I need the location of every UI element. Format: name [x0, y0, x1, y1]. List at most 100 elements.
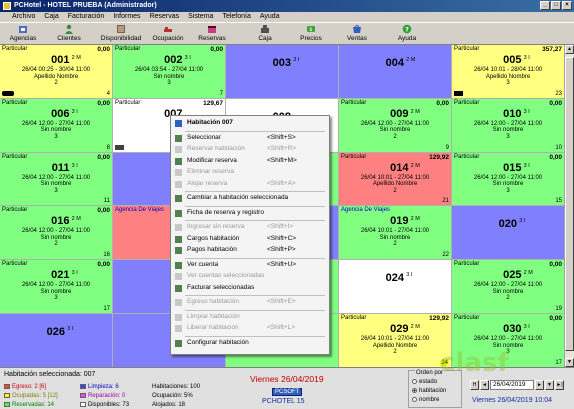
menu-ayuda[interactable]: Ayuda: [260, 12, 280, 22]
menu-item[interactable]: Modificar reserva <Shift+M>: [171, 156, 329, 166]
vertical-scrollbar[interactable]: ▲ ▼: [564, 45, 574, 367]
menu-item[interactable]: Limpiar habitación: [171, 312, 329, 322]
menu-item-shortcut: <Shift+I>: [267, 223, 294, 230]
check-in-icon: [175, 180, 182, 188]
menu-item-label: Configurar habitación: [187, 338, 249, 346]
prices-button[interactable]: $ Precios: [294, 24, 328, 43]
cash-register-button[interactable]: Caja: [250, 24, 280, 43]
menu-item-label: Seleccionar: [187, 133, 221, 141]
room-tile[interactable]: 026 3 I: [0, 314, 112, 367]
guests-count: Alojados: 18: [152, 402, 186, 408]
last-day-icon[interactable]: ►|: [555, 380, 564, 390]
radio-icon: [412, 388, 417, 393]
room-tile[interactable]: Particular 0,00 025 2 M 26/04 12:00 - 27/04 …: [452, 260, 564, 314]
scroll-thumb[interactable]: [565, 57, 574, 351]
menu-item[interactable]: Cargos habitación <Shift+C>: [171, 234, 329, 244]
menu-item[interactable]: Egreso habitación <Shift+E>: [171, 297, 329, 307]
sort-by-name[interactable]: nombre: [412, 397, 439, 403]
bookings-button[interactable]: Reservas: [192, 24, 232, 43]
cash-register-icon: [261, 25, 269, 33]
room-number: 026: [46, 326, 65, 339]
close-button[interactable]: ×: [562, 1, 572, 10]
menu-item-shortcut: <Shift+C>: [267, 234, 297, 242]
room-tile[interactable]: Particular 0,00 010 3 I 26/04 12:00 - 27/04 …: [452, 98, 564, 152]
prev-day-icon[interactable]: ◄: [480, 380, 489, 390]
menu-item[interactable]: Reservar habitación <Shift+R>: [171, 144, 329, 154]
sort-by-status[interactable]: estado: [412, 379, 437, 385]
room-index: 9: [445, 144, 449, 151]
menu-item-label: Modificar reserva: [187, 156, 237, 164]
menu-informes[interactable]: Informes: [113, 12, 140, 22]
pcsoft-logo: PCSOFT: [272, 388, 303, 396]
menu-caja[interactable]: Caja: [44, 12, 58, 22]
room-tile[interactable]: Particular 0,00 006 3 I 26/04 12:00 - 27/04 …: [0, 98, 112, 152]
room-tile[interactable]: Particular 0,00 002 3 I 26/04 03:54 - 27/04 …: [113, 45, 225, 98]
room-tile[interactable]: 004 2 M: [339, 45, 451, 98]
room-tile[interactable]: Particular 129,92 029 2 M 26/04 10:01 - 27/0…: [339, 314, 451, 367]
menu-item-label: Pagos habitación: [187, 246, 237, 253]
minimize-button[interactable]: _: [540, 1, 550, 10]
room-tile[interactable]: Particular 0,00 009 2 M 26/04 12:00 - 27/04 …: [339, 98, 451, 152]
room-tile[interactable]: 020 3 I: [452, 206, 564, 260]
sales-button[interactable]: Ventas: [340, 24, 374, 43]
menu-item-shortcut: <Shift+M>: [267, 156, 297, 164]
menu-item-label: Eliminar reserva: [187, 168, 234, 175]
agencies-button[interactable]: Agencias: [6, 24, 40, 43]
clients-button[interactable]: Clientes: [52, 24, 86, 43]
today-button[interactable]: H: [470, 380, 479, 390]
help-button[interactable]: ? Ayuda: [390, 24, 424, 43]
room-tile[interactable]: Particular 0,00 016 2 M 26/04 12:00 - 27/04 …: [0, 206, 112, 260]
room-price: 129,92: [429, 315, 449, 323]
room-tile[interactable]: Particular 0,00 021 3 I 26/04 12:00 - 27/04 …: [0, 260, 112, 314]
dropdown-icon[interactable]: ▼: [545, 380, 554, 390]
menu-archivo[interactable]: Archivo: [12, 12, 35, 22]
legend-cleaning-swatch: [80, 384, 86, 389]
maximize-button[interactable]: □: [551, 1, 561, 10]
occupancy-button[interactable]: Ocupación: [146, 24, 190, 43]
agencies-icon: [19, 26, 27, 33]
booking-source: Particular: [454, 315, 480, 322]
room-tile[interactable]: Particular 0,00 001 2 M 26/04 00:25 - 30/04 …: [0, 45, 112, 98]
scroll-down-icon[interactable]: ▼: [565, 358, 574, 367]
menu-item-shortcut: <Shift+L>: [267, 324, 296, 331]
room-tile[interactable]: Particular 129,92 014 2 M 26/04 10:01 - 27/0…: [339, 152, 451, 206]
booking-source: Particular: [341, 315, 367, 322]
menu-item[interactable]: Eliminar reserva: [171, 167, 329, 177]
menu-item[interactable]: Alojar reserva <Shift+A>: [171, 179, 329, 189]
legend-available: Disponibles: 73: [80, 402, 129, 408]
room-tile[interactable]: Agencia De Viajes 019 2 M 26/04 10:01 - 27/…: [339, 206, 451, 260]
menu-telefonia[interactable]: Telefonía: [222, 12, 250, 22]
menu-item[interactable]: Liberar habitación <Shift+L>: [171, 323, 329, 333]
menu-reservas[interactable]: Reservas: [150, 12, 180, 22]
room-index: 4: [106, 90, 110, 97]
menu-sistema[interactable]: Sistema: [188, 12, 213, 22]
menu-item[interactable]: Ingresar sin reserva <Shift+I>: [171, 222, 329, 232]
menu-item[interactable]: Pagos habitación <Shift+P>: [171, 245, 329, 255]
menu-item-label: Egreso habitación: [187, 298, 240, 305]
room-tile[interactable]: 024 3 I: [339, 260, 451, 314]
room-tile[interactable]: Particular 357,27 005 3 I 26/04 10:01 - 28/0…: [452, 45, 564, 98]
delete-booking-icon: [175, 169, 182, 176]
room-tile[interactable]: Particular 0,00 015 3 I 26/04 12:00 - 27/04 …: [452, 152, 564, 206]
menu-facturacion[interactable]: Facturación: [68, 12, 105, 22]
room-tile[interactable]: Particular 0,00 011 3 I 26/04 12:00 - 27/04 …: [0, 152, 112, 206]
room-capacity: 2 M: [523, 270, 533, 277]
scroll-up-icon[interactable]: ▲: [565, 45, 574, 54]
menu-item[interactable]: Habitación 007: [171, 118, 329, 128]
availability-button[interactable]: Disponibilidad: [92, 24, 150, 43]
menu-item[interactable]: Cambiar a habitación seleccionada: [171, 193, 329, 203]
room-tile[interactable]: 003 3 I: [226, 45, 338, 98]
date-field[interactable]: 26/04/2019: [490, 380, 534, 390]
next-day-icon[interactable]: ►: [535, 380, 544, 390]
menu-item[interactable]: Ver cuenta <Shift+U>: [171, 260, 329, 270]
menu-item[interactable]: Configurar habitación: [171, 338, 329, 348]
sort-by-room[interactable]: habitación: [412, 388, 446, 394]
menu-item[interactable]: Seleccionar <Shift+S>: [171, 133, 329, 143]
menu-item-label: Ver cuentas seleccionadas: [187, 272, 265, 279]
booking-source: Particular: [2, 99, 28, 106]
menu-item[interactable]: Ficha de reserva y registro: [171, 208, 329, 218]
legend-cleaning: Limpieza: 6: [80, 384, 119, 390]
stay-details: 26/04 12:00 - 27/04 11:00 Sin nombre 3: [0, 282, 112, 302]
menu-item[interactable]: Ver cuentas seleccionadas: [171, 271, 329, 281]
menu-item[interactable]: Facturar seleccionadas: [171, 283, 329, 293]
